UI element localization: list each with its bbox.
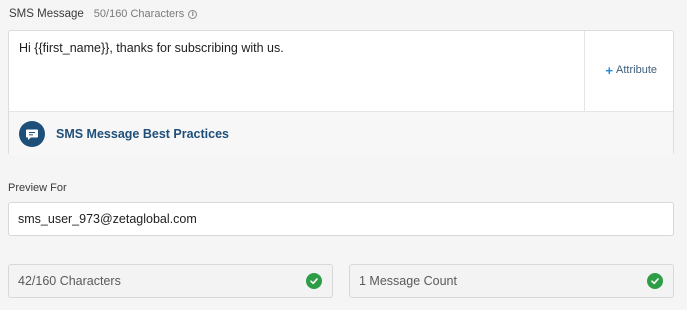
plus-icon: + <box>605 62 614 78</box>
add-attribute-button[interactable]: + Attribute <box>605 62 657 78</box>
message-count-status: 1 Message Count <box>349 264 674 298</box>
message-count-text: 1 Message Count <box>359 274 457 288</box>
chat-bubble-icon <box>19 120 45 147</box>
check-circle-icon <box>647 273 663 289</box>
preview-recipient-field[interactable] <box>8 202 674 236</box>
character-count-status: 42/160 Characters <box>8 264 333 298</box>
sms-char-limit-text: 50/160 Characters <box>93 8 185 20</box>
character-count-text: 42/160 Characters <box>18 274 121 288</box>
info-icon[interactable]: i <box>188 9 198 19</box>
best-practices-link[interactable]: SMS Message Best Practices <box>56 127 229 141</box>
sms-message-title: SMS Message <box>9 8 84 20</box>
sms-editor: Hi {{first_name}}, thanks for subscribin… <box>8 30 674 155</box>
check-circle-icon <box>306 273 322 289</box>
preview-for-label: Preview For <box>8 182 67 194</box>
best-practices-row: SMS Message Best Practices <box>9 111 673 155</box>
sms-char-limit: 50/160 Characters i <box>94 8 198 20</box>
sms-message-header: SMS Message 50/160 Characters i <box>9 7 198 21</box>
add-attribute-label: Attribute <box>616 64 657 76</box>
sms-message-input[interactable]: Hi {{first_name}}, thanks for subscribin… <box>9 31 585 111</box>
